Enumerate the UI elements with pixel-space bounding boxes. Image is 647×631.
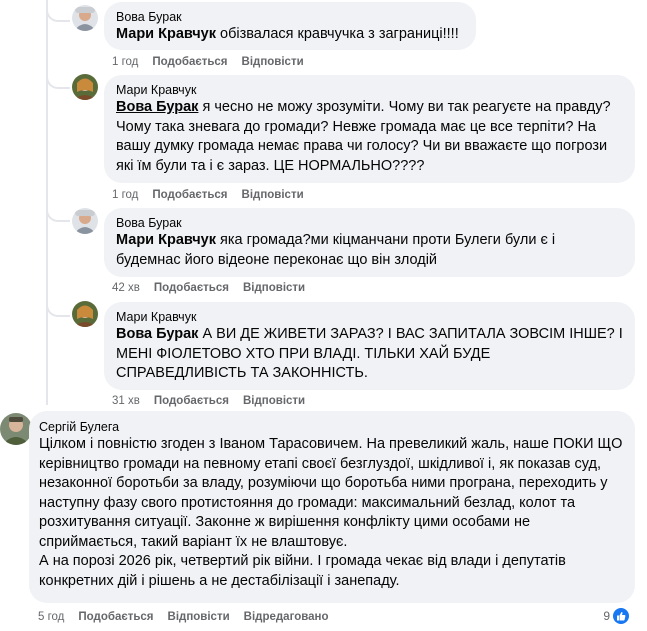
- reaction-count: 9: [603, 609, 610, 623]
- comment-bubble: Мари Кравчук Вова Бурак я чесно не можу …: [104, 75, 635, 183]
- comment-bubble: Вова Бурак Мари Кравчук обізвалася кравч…: [104, 2, 476, 50]
- comment-time[interactable]: 1 год: [112, 188, 138, 202]
- comment-actions: 5 год Подобається Відповісти Відредагова…: [38, 610, 329, 624]
- comment-time[interactable]: 42 хв: [112, 281, 140, 295]
- comment-actions: 1 год Подобається Відповісти: [112, 55, 304, 69]
- mention-link[interactable]: Вова Бурак: [116, 99, 198, 115]
- comment-text-paragraph: А на порозі 2026 рік, четвертий рік війн…: [39, 553, 566, 589]
- like-button[interactable]: Подобається: [154, 394, 229, 408]
- reply-button[interactable]: Відповісти: [243, 394, 305, 408]
- avatar[interactable]: [72, 208, 98, 234]
- like-button[interactable]: Подобається: [152, 55, 227, 69]
- thread-connector: [46, 200, 70, 222]
- reply-button[interactable]: Відповісти: [168, 610, 230, 624]
- comment-text: Вова Бурак А ВИ ДЕ ЖИВЕТИ ЗАРАЗ? І ВАС З…: [116, 326, 623, 381]
- reply-button[interactable]: Відповісти: [242, 188, 304, 202]
- comment-time[interactable]: 5 год: [38, 610, 64, 624]
- comment-bubble: Вова Бурак Мари Кравчук яка громада?ми к…: [104, 208, 635, 277]
- thread-connector: [46, 67, 70, 89]
- reaction-summary[interactable]: 9: [603, 608, 629, 624]
- thread-connector: [46, 295, 70, 317]
- comment-text: Мари Кравчук обізвалася кравчучка з загр…: [116, 26, 459, 42]
- comment-author[interactable]: Сергій Булега: [39, 419, 625, 435]
- mention-link[interactable]: Мари Кравчук: [116, 26, 216, 42]
- comment-time[interactable]: 31 хв: [112, 394, 140, 408]
- comment-author[interactable]: Вова Бурак: [116, 215, 623, 231]
- avatar[interactable]: [0, 413, 32, 445]
- mention-link[interactable]: Вова Бурак: [116, 326, 198, 342]
- comment-text: Мари Кравчук яка громада?ми кіцманчани п…: [116, 232, 556, 268]
- avatar[interactable]: [72, 5, 98, 31]
- comment-actions: 31 хв Подобається Відповісти: [112, 394, 305, 408]
- edited-label[interactable]: Відредаговано: [244, 610, 329, 624]
- comment-actions: 42 хв Подобається Відповісти: [112, 281, 305, 295]
- comment-text: Вова Бурак я чесно не можу зрозуміти. Чо…: [116, 99, 611, 174]
- like-button[interactable]: Подобається: [154, 281, 229, 295]
- avatar[interactable]: [72, 74, 98, 100]
- comment-author[interactable]: Мари Кравчук: [116, 309, 623, 325]
- comment-text: Цілком і повністю згоден з Іваном Тарасо…: [39, 436, 623, 550]
- comment-bubble: Мари Кравчук Вова Бурак А ВИ ДЕ ЖИВЕТИ З…: [104, 302, 635, 390]
- reply-button[interactable]: Відповісти: [242, 55, 304, 69]
- comment-author[interactable]: Мари Кравчук: [116, 82, 623, 98]
- thread-connector: [46, 0, 70, 22]
- comment-time[interactable]: 1 год: [112, 55, 138, 69]
- reply-button[interactable]: Відповісти: [243, 281, 305, 295]
- mention-link[interactable]: Мари Кравчук: [116, 232, 216, 248]
- like-button[interactable]: Подобається: [78, 610, 153, 624]
- comment-bubble: Сергій Булега Цілком і повністю згоден з…: [29, 411, 635, 603]
- like-button[interactable]: Подобається: [152, 188, 227, 202]
- avatar[interactable]: [72, 301, 98, 327]
- like-icon: [613, 608, 629, 624]
- comment-actions: 1 год Подобається Відповісти: [112, 188, 304, 202]
- comment-author[interactable]: Вова Бурак: [116, 9, 464, 25]
